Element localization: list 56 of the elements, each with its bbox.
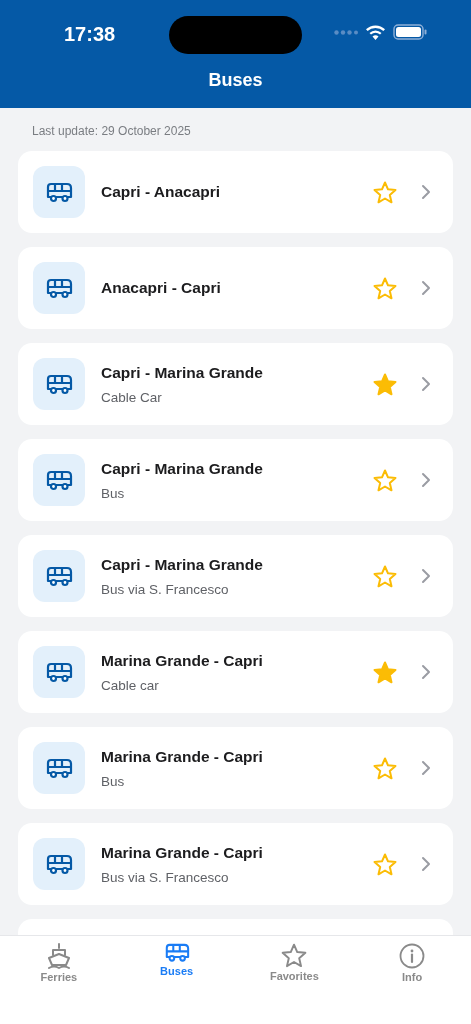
chevron-icon bbox=[421, 760, 431, 776]
route-card[interactable]: Marina Grande - Capri Bus via S. Francesco bbox=[18, 823, 453, 905]
bus-icon bbox=[45, 757, 73, 779]
bus-icon bbox=[45, 565, 73, 587]
chevron-icon bbox=[421, 376, 431, 392]
bus-icon bbox=[45, 181, 73, 203]
route-subtitle: Bus via S. Francesco bbox=[101, 581, 230, 597]
star-icon[interactable] bbox=[373, 756, 397, 780]
route-title: Marina Grande - Capri bbox=[101, 651, 264, 670]
bus-icon bbox=[45, 277, 73, 299]
route-card[interactable]: Capri - Marina Grande Cable Car bbox=[18, 343, 453, 425]
route-card[interactable]: Anacapri - Capri bbox=[18, 247, 453, 329]
star-icon[interactable] bbox=[373, 180, 397, 204]
star-icon[interactable] bbox=[373, 276, 397, 300]
chevron-icon bbox=[421, 568, 431, 584]
route-card[interactable]: Capri - Marina Grande Bus via S. Francesco bbox=[18, 535, 453, 617]
route-title: Marina Grande - Capri bbox=[101, 843, 264, 862]
bus-icon bbox=[45, 661, 73, 683]
route-title: Anacapri - Capri bbox=[101, 279, 222, 297]
bus-icon bbox=[45, 853, 73, 875]
signal-icon bbox=[334, 29, 358, 35]
bus-icon bbox=[45, 373, 73, 395]
route-title: Capri - Anacapri bbox=[101, 183, 222, 201]
ship-icon bbox=[45, 943, 72, 969]
screen-title: Buses bbox=[207, 70, 264, 91]
chevron-icon bbox=[421, 184, 431, 200]
route-subtitle: Bus bbox=[101, 485, 126, 501]
star-icon[interactable] bbox=[373, 372, 397, 396]
star-icon[interactable] bbox=[373, 660, 397, 684]
route-title: Capri - Marina Grande bbox=[101, 459, 264, 478]
bus-icon bbox=[163, 943, 190, 963]
route-subtitle: Cable car bbox=[101, 677, 160, 693]
clock-time: 17:38 bbox=[64, 22, 116, 46]
route-card[interactable]: Capri - Anacapri bbox=[18, 151, 453, 233]
chevron-icon bbox=[421, 280, 431, 296]
route-card[interactable]: Marina Grande - Capri Cable car bbox=[18, 631, 453, 713]
bus-icon bbox=[45, 469, 73, 491]
star-icon bbox=[281, 943, 308, 968]
tab-button[interactable]: Buses bbox=[117, 936, 236, 1024]
route-subtitle: Cable Car bbox=[101, 389, 163, 405]
star-icon[interactable] bbox=[373, 468, 397, 492]
star-icon[interactable] bbox=[373, 564, 397, 588]
route-title: Capri - Marina Grande bbox=[101, 555, 264, 574]
route-card[interactable]: Capri - Marina Grande Bus bbox=[18, 439, 453, 521]
star-icon[interactable] bbox=[373, 852, 397, 876]
route-subtitle: Bus bbox=[101, 773, 126, 789]
info-icon bbox=[399, 943, 426, 969]
chevron-icon bbox=[421, 664, 431, 680]
route-title: Marina Grande - Capri bbox=[101, 747, 264, 766]
chevron-icon bbox=[421, 856, 431, 872]
route-title: Capri - Marina Grande bbox=[101, 363, 264, 382]
route-subtitle: Bus via S. Francesco bbox=[101, 869, 230, 885]
wifi-icon bbox=[366, 24, 385, 40]
route-card[interactable]: Marina Grande - Capri Bus bbox=[18, 727, 453, 809]
chevron-icon bbox=[421, 472, 431, 488]
battery-icon bbox=[393, 24, 427, 40]
